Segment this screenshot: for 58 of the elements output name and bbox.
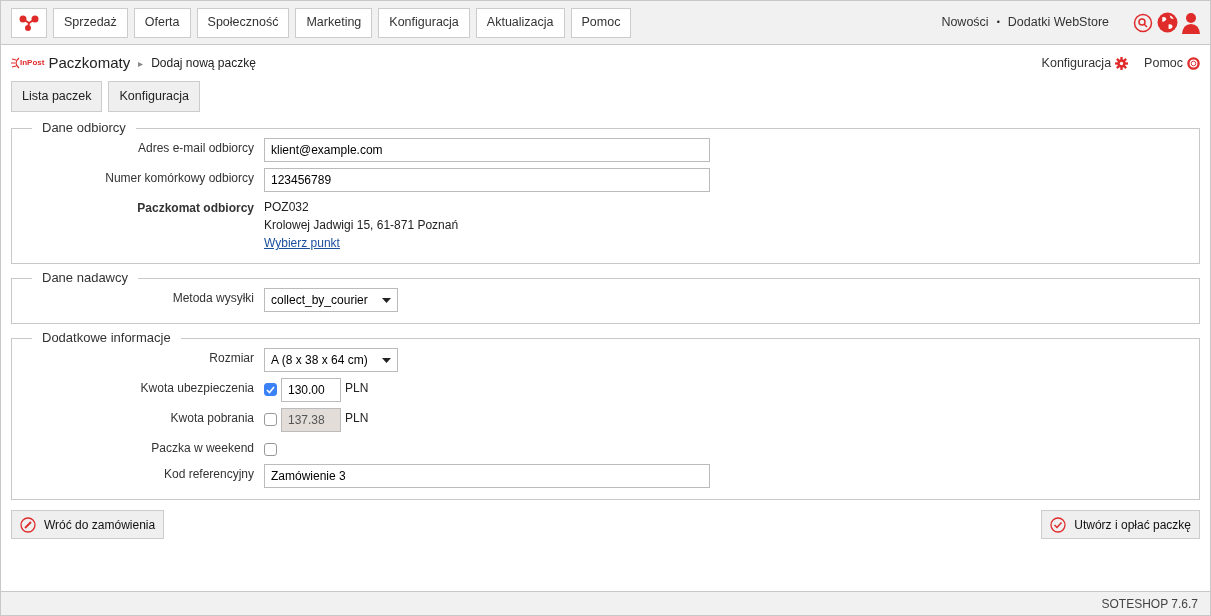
check-circle-icon: [1050, 516, 1067, 533]
section-title: Dane nadawcy: [32, 270, 138, 286]
search-icon[interactable]: [1133, 12, 1153, 33]
nav-tab[interactable]: Konfiguracja: [378, 7, 470, 38]
inpost-logo: InPost: [11, 57, 45, 69]
globe-icon[interactable]: [1157, 12, 1178, 33]
separator-dot: •: [996, 15, 1000, 29]
lifebuoy-icon: [1187, 56, 1200, 70]
nav-tab[interactable]: Aktualizacja: [475, 7, 565, 38]
nav-link[interactable]: Nowości: [941, 13, 989, 32]
field-label: Adres e-mail odbiorcy: [136, 140, 255, 157]
field-label: Numer komórkowy odbiorcy: [104, 170, 255, 187]
user-icon[interactable]: [1182, 11, 1200, 34]
logo-button[interactable]: [11, 7, 47, 38]
dropdown[interactable]: collect_by_courier: [264, 288, 398, 312]
field-label: Paczkomat odbiorcy: [136, 200, 255, 217]
checkbox[interactable]: [264, 413, 277, 426]
checkbox[interactable]: [264, 443, 277, 456]
unit-text: PLN: [345, 380, 369, 397]
caret-icon: [381, 297, 391, 303]
amount-field[interactable]: 130.00: [281, 378, 341, 402]
field-label: Kwota pobrania: [169, 410, 255, 427]
submit-button[interactable]: Utwórz i opłać paczkę: [1041, 510, 1200, 539]
field-label: Kwota ubezpieczenia: [139, 380, 255, 397]
nav-link[interactable]: Dodatki WebStore: [1007, 13, 1109, 32]
unit-text: PLN: [345, 410, 369, 427]
section-title: Dane odbiorcy: [32, 120, 136, 136]
input-field[interactable]: Zamówienie 3: [264, 464, 710, 488]
header-link[interactable]: Pomoc: [1144, 53, 1200, 73]
caret-icon: [381, 357, 391, 363]
nav-tab[interactable]: Pomoc: [570, 7, 632, 38]
input-field[interactable]: 123456789: [264, 168, 710, 192]
header-link[interactable]: Konfiguracja: [1041, 53, 1129, 73]
nav-tab[interactable]: Marketing: [295, 7, 373, 38]
field-label: Rozmiar: [208, 350, 255, 367]
nav-tab[interactable]: Sprzedaż: [53, 7, 128, 38]
section-title: Dodatkowe informacje: [32, 330, 181, 346]
logo-icon: [19, 14, 39, 31]
field-label: Kod referencyjny: [162, 466, 255, 483]
field-label: Metoda wysyłki: [171, 290, 255, 307]
subtab-button[interactable]: Lista paczek: [11, 81, 103, 112]
choose-point-link[interactable]: Wybierz punkt: [264, 236, 340, 250]
module-title: Paczkomaty: [48, 52, 131, 73]
version-text: SOTESHOP 7.6.7: [1101, 595, 1198, 613]
gear-icon: [1115, 56, 1129, 70]
field-label: Paczka w weekend: [150, 440, 255, 457]
dropdown[interactable]: A (8 x 38 x 64 cm): [264, 348, 398, 372]
page-title: Dodaj nową paczkę: [151, 55, 256, 72]
subtab-button[interactable]: Konfiguracja: [108, 81, 200, 112]
pencil-circle-icon: [20, 516, 36, 533]
nav-tab[interactable]: Społeczność: [196, 7, 290, 38]
input-field[interactable]: klient@example.com: [264, 138, 710, 162]
address-text: POZ032: [264, 199, 310, 216]
address-text: Krolowej Jadwigi 15, 61-871 Poznań: [264, 217, 459, 234]
checkbox[interactable]: [264, 383, 277, 396]
back-button[interactable]: Wróć do zamówienia: [11, 510, 165, 539]
breadcrumb-separator: ▸: [138, 56, 144, 71]
nav-tab[interactable]: Oferta: [133, 7, 191, 38]
